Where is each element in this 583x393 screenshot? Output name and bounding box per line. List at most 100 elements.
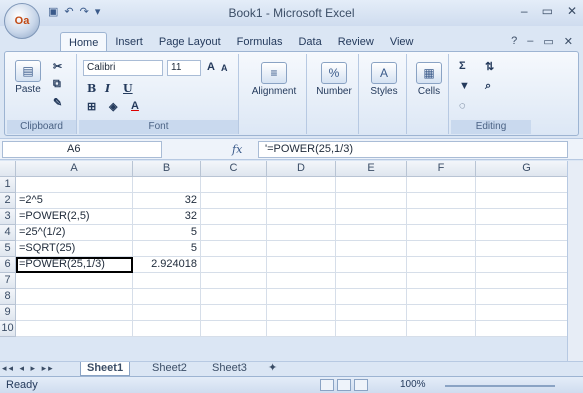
cell-c2[interactable] xyxy=(201,193,267,209)
column-header-e[interactable]: E xyxy=(336,161,407,177)
cell-e9[interactable] xyxy=(336,305,407,321)
cell-g6[interactable] xyxy=(476,257,578,273)
autosum-button[interactable]: Σ xyxy=(459,60,466,72)
row-header[interactable]: 2 xyxy=(0,193,16,209)
cell-d2[interactable] xyxy=(267,193,336,209)
cell-e8[interactable] xyxy=(336,289,407,305)
ribbon-restore-icon[interactable]: ▭ xyxy=(543,35,553,48)
cell-d7[interactable] xyxy=(267,273,336,289)
cell-d10[interactable] xyxy=(267,321,336,337)
cell-g9[interactable] xyxy=(476,305,578,321)
cell-c3[interactable] xyxy=(201,209,267,225)
row-header[interactable]: 6 xyxy=(0,257,16,273)
zoom-level[interactable]: 100% xyxy=(400,379,426,390)
close-icon[interactable]: ✕ xyxy=(567,4,577,18)
cell-b3[interactable]: 32 xyxy=(133,209,201,225)
vertical-scrollbar[interactable] xyxy=(567,161,583,361)
row-header[interactable]: 8 xyxy=(0,289,16,305)
page-break-view-icon[interactable] xyxy=(354,379,368,391)
cell-d6[interactable] xyxy=(267,257,336,273)
cell-a7[interactable] xyxy=(16,273,133,289)
cell-g5[interactable] xyxy=(476,241,578,257)
cell-f8[interactable] xyxy=(407,289,476,305)
cell-d5[interactable] xyxy=(267,241,336,257)
row-header[interactable]: 10 xyxy=(0,321,16,337)
tab-view[interactable]: View xyxy=(382,32,422,52)
cell-b5[interactable]: 5 xyxy=(133,241,201,257)
cell-g8[interactable] xyxy=(476,289,578,305)
cut-icon[interactable]: ✂ xyxy=(53,60,62,73)
row-header[interactable]: 4 xyxy=(0,225,16,241)
tab-insert[interactable]: Insert xyxy=(107,32,151,52)
office-button[interactable]: Oa xyxy=(4,3,40,39)
cell-d9[interactable] xyxy=(267,305,336,321)
cell-a6[interactable]: =POWER(25,1/3) xyxy=(16,257,133,273)
cell-b8[interactable] xyxy=(133,289,201,305)
cell-b1[interactable] xyxy=(133,177,201,193)
cell-g7[interactable] xyxy=(476,273,578,289)
cell-b6[interactable]: 2.924018 xyxy=(133,257,201,273)
zoom-slider[interactable] xyxy=(445,385,555,387)
cell-g10[interactable] xyxy=(476,321,578,337)
cell-e7[interactable] xyxy=(336,273,407,289)
cell-g2[interactable] xyxy=(476,193,578,209)
cell-b7[interactable] xyxy=(133,273,201,289)
row-header[interactable]: 9 xyxy=(0,305,16,321)
row-header[interactable]: 7 xyxy=(0,273,16,289)
cell-f7[interactable] xyxy=(407,273,476,289)
page-layout-view-icon[interactable] xyxy=(337,379,351,391)
sheet-nav-arrows[interactable]: ◂◂ ◂ ▸ ▸▸ xyxy=(2,363,55,374)
cell-c6[interactable] xyxy=(201,257,267,273)
styles-group[interactable]: A Styles xyxy=(361,54,407,134)
cell-f5[interactable] xyxy=(407,241,476,257)
cell-b2[interactable]: 32 xyxy=(133,193,201,209)
cell-e5[interactable] xyxy=(336,241,407,257)
column-header-a[interactable]: A xyxy=(16,161,133,177)
cell-e4[interactable] xyxy=(336,225,407,241)
cell-e3[interactable] xyxy=(336,209,407,225)
cell-a8[interactable] xyxy=(16,289,133,305)
row-header[interactable]: 1 xyxy=(0,177,16,193)
cell-c5[interactable] xyxy=(201,241,267,257)
cell-c10[interactable] xyxy=(201,321,267,337)
cell-g3[interactable] xyxy=(476,209,578,225)
sheet-tab-1[interactable]: Sheet1 xyxy=(80,362,131,376)
cell-e10[interactable] xyxy=(336,321,407,337)
help-icon[interactable]: ? xyxy=(511,35,517,48)
row-header[interactable]: 3 xyxy=(0,209,16,225)
cell-a3[interactable]: =POWER(2,5) xyxy=(16,209,133,225)
cell-f9[interactable] xyxy=(407,305,476,321)
cell-e6[interactable] xyxy=(336,257,407,273)
borders-icon[interactable]: ⊞ xyxy=(87,100,96,113)
font-size-select[interactable]: 11 xyxy=(167,60,201,76)
bold-button[interactable]: B xyxy=(87,82,96,95)
column-header-g[interactable]: G xyxy=(476,161,578,177)
sort-filter-icon[interactable]: ⇅ xyxy=(485,60,494,73)
cell-e1[interactable] xyxy=(336,177,407,193)
format-painter-icon[interactable]: ✎ xyxy=(53,96,62,109)
column-header-b[interactable]: B xyxy=(133,161,201,177)
shrink-font-button[interactable]: A xyxy=(221,63,228,73)
cell-a4[interactable]: =25^(1/2) xyxy=(16,225,133,241)
fill-color-icon[interactable]: ◈ xyxy=(109,100,117,113)
cell-g1[interactable] xyxy=(476,177,578,193)
cell-c9[interactable] xyxy=(201,305,267,321)
tab-data[interactable]: Data xyxy=(290,32,329,52)
tab-page-layout[interactable]: Page Layout xyxy=(151,32,229,52)
italic-button[interactable]: I xyxy=(105,82,110,95)
font-color-button[interactable]: A xyxy=(131,100,139,112)
number-group[interactable]: % Number xyxy=(309,54,359,134)
cell-b9[interactable] xyxy=(133,305,201,321)
grow-font-button[interactable]: A xyxy=(207,61,215,73)
cell-c7[interactable] xyxy=(201,273,267,289)
cell-f4[interactable] xyxy=(407,225,476,241)
row-header[interactable]: 5 xyxy=(0,241,16,257)
cell-a10[interactable] xyxy=(16,321,133,337)
fill-icon[interactable]: ▼ xyxy=(459,80,470,92)
name-box[interactable]: A6 xyxy=(2,141,162,158)
alignment-group[interactable]: ≡ Alignment xyxy=(241,54,307,134)
cell-a9[interactable] xyxy=(16,305,133,321)
clear-icon[interactable]: ◌ xyxy=(459,100,466,112)
sheet-tab-2[interactable]: Sheet2 xyxy=(146,362,193,376)
cell-d1[interactable] xyxy=(267,177,336,193)
